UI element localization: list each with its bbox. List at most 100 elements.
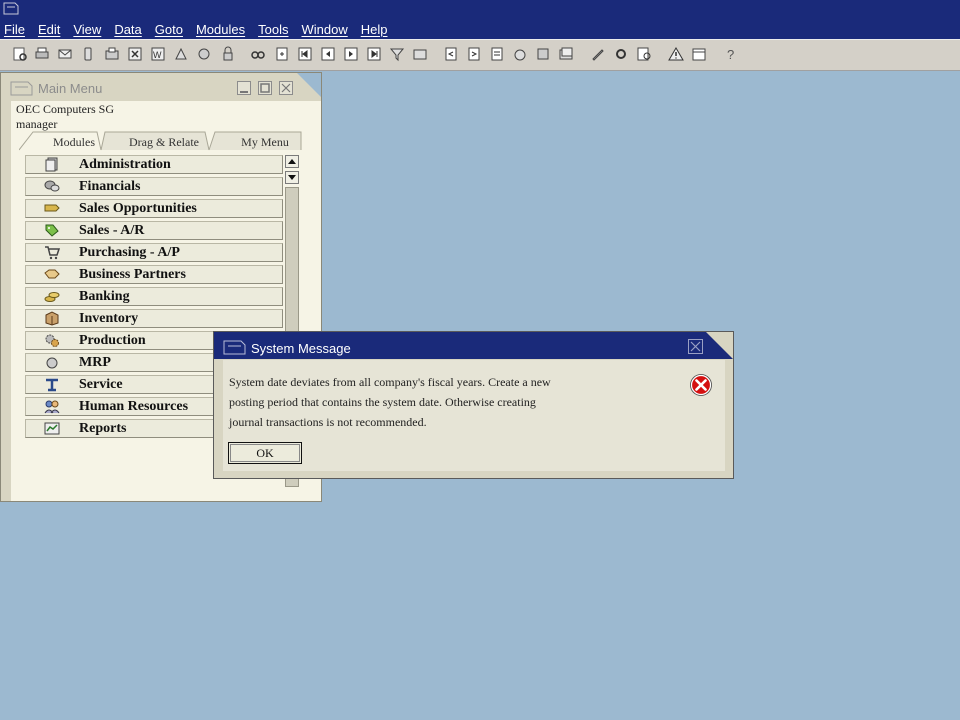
svg-text:W: W bbox=[153, 50, 162, 60]
menu-data[interactable]: Data bbox=[114, 22, 141, 37]
menu-view[interactable]: View bbox=[73, 22, 101, 37]
module-inventory[interactable]: Inventory bbox=[25, 309, 283, 328]
menu-edit[interactable]: Edit bbox=[38, 22, 60, 37]
export-word-icon[interactable]: W bbox=[150, 46, 166, 62]
module-label: Purchasing - A/P bbox=[79, 245, 180, 260]
tab-drag-relate[interactable]: Drag & Relate bbox=[109, 133, 219, 151]
settings-icon[interactable] bbox=[613, 46, 629, 62]
print-icon[interactable] bbox=[34, 46, 50, 62]
previous-record-icon[interactable] bbox=[320, 46, 336, 62]
tab-modules[interactable]: Modules bbox=[45, 133, 103, 151]
menu-bar: File Edit View Data Goto Modules Tools W… bbox=[0, 20, 960, 39]
payment-means-icon[interactable] bbox=[512, 46, 528, 62]
module-financials[interactable]: Financials bbox=[25, 177, 283, 196]
service-icon bbox=[46, 378, 58, 392]
last-record-icon[interactable] bbox=[366, 46, 382, 62]
main-menu-tabs: Modules Drag & Relate My Menu bbox=[19, 131, 317, 151]
pencil-icon[interactable] bbox=[590, 46, 606, 62]
module-label: Sales - A/R bbox=[79, 223, 145, 238]
inventory-icon bbox=[45, 311, 59, 326]
base-document-icon[interactable] bbox=[443, 46, 459, 62]
message-line: journal transactions is not recommended. bbox=[229, 415, 427, 429]
module-purchasing-ap[interactable]: Purchasing - A/P bbox=[25, 243, 283, 262]
add-icon[interactable] bbox=[274, 46, 290, 62]
module-label: MRP bbox=[79, 355, 111, 370]
main-menu-title: Main Menu bbox=[38, 81, 103, 96]
module-label: Financials bbox=[79, 179, 141, 194]
app-title-bar bbox=[0, 0, 960, 20]
reports-icon bbox=[44, 422, 60, 435]
email-icon[interactable] bbox=[57, 46, 73, 62]
human-resources-icon bbox=[44, 400, 60, 414]
sales-opportunities-icon bbox=[44, 204, 60, 212]
dialog-body: System date deviates from all company's … bbox=[223, 360, 725, 471]
menu-modules[interactable]: Modules bbox=[196, 22, 245, 37]
administration-icon bbox=[45, 157, 58, 172]
menu-goto[interactable]: Goto bbox=[155, 22, 183, 37]
module-administration[interactable]: Administration bbox=[25, 155, 283, 174]
volume-weight-icon[interactable] bbox=[535, 46, 551, 62]
menu-help[interactable]: Help bbox=[361, 22, 388, 37]
preview-icon[interactable] bbox=[12, 46, 28, 62]
company-name: OEC Computers SG bbox=[16, 102, 115, 116]
module-sales-opportunities[interactable]: Sales Opportunities bbox=[25, 199, 283, 218]
minimize-button[interactable] bbox=[237, 81, 251, 95]
message-line: System date deviates from all company's … bbox=[229, 375, 551, 389]
app-logo-icon bbox=[3, 2, 19, 15]
calendar-icon[interactable] bbox=[691, 46, 707, 62]
production-icon bbox=[45, 334, 59, 347]
dialog-title: System Message bbox=[251, 341, 351, 356]
close-icon bbox=[690, 341, 701, 352]
menu-file[interactable]: File bbox=[4, 22, 25, 37]
module-sales-ar[interactable]: Sales - A/R bbox=[25, 221, 283, 240]
fax-icon[interactable] bbox=[104, 46, 120, 62]
business-partners-icon bbox=[44, 269, 60, 279]
next-record-icon[interactable] bbox=[343, 46, 359, 62]
sort-icon[interactable] bbox=[412, 46, 428, 62]
module-label: Sales Opportunities bbox=[79, 201, 197, 216]
main-menu-title-bar[interactable]: Main Menu bbox=[8, 79, 298, 99]
error-icon bbox=[690, 374, 712, 396]
arrow-down-icon bbox=[288, 175, 296, 180]
module-label: Administration bbox=[79, 157, 171, 172]
module-label: Human Resources bbox=[79, 399, 189, 414]
first-record-icon[interactable] bbox=[297, 46, 313, 62]
window-logo-icon bbox=[10, 81, 33, 96]
message-line: posting period that contains the system … bbox=[229, 395, 536, 409]
toolbar: W ? bbox=[0, 39, 960, 71]
help-icon[interactable]: ? bbox=[723, 46, 739, 62]
filter-icon[interactable] bbox=[389, 46, 405, 62]
module-business-partners[interactable]: Business Partners bbox=[25, 265, 283, 284]
dialog-title-bar[interactable]: System Message bbox=[214, 332, 733, 359]
sms-icon[interactable] bbox=[80, 46, 96, 62]
module-label: Banking bbox=[79, 289, 130, 304]
find-icon[interactable] bbox=[250, 46, 266, 62]
dialog-close-button[interactable] bbox=[688, 339, 703, 354]
target-document-icon[interactable] bbox=[466, 46, 482, 62]
lock-icon[interactable] bbox=[220, 46, 236, 62]
journal-voucher-icon[interactable] bbox=[489, 46, 505, 62]
gross-profit-icon[interactable] bbox=[558, 46, 574, 62]
system-message-dialog: System Message System date deviates from… bbox=[213, 331, 734, 479]
purchasing-ap-icon bbox=[45, 246, 60, 260]
module-banking[interactable]: Banking bbox=[25, 287, 283, 306]
arrow-up-icon bbox=[288, 159, 296, 164]
tab-my-menu[interactable]: My Menu bbox=[225, 133, 305, 151]
scroll-down-button[interactable] bbox=[285, 171, 299, 184]
menu-tools[interactable]: Tools bbox=[258, 22, 288, 37]
export-excel-icon[interactable] bbox=[127, 46, 143, 62]
module-label: Production bbox=[79, 333, 146, 348]
close-icon bbox=[281, 83, 291, 93]
menu-window[interactable]: Window bbox=[301, 22, 347, 37]
launch-app-icon[interactable] bbox=[173, 46, 189, 62]
close-button[interactable] bbox=[279, 81, 293, 95]
scroll-up-button[interactable] bbox=[285, 155, 299, 168]
svg-text:?: ? bbox=[727, 47, 734, 62]
maximize-button[interactable] bbox=[258, 81, 272, 95]
lock-screen-icon[interactable] bbox=[196, 46, 212, 62]
sales-ar-icon bbox=[45, 224, 59, 237]
query-icon[interactable] bbox=[636, 46, 652, 62]
ok-button[interactable]: OK bbox=[228, 442, 302, 464]
alert-icon[interactable] bbox=[668, 46, 684, 62]
user-name: manager bbox=[16, 117, 58, 131]
